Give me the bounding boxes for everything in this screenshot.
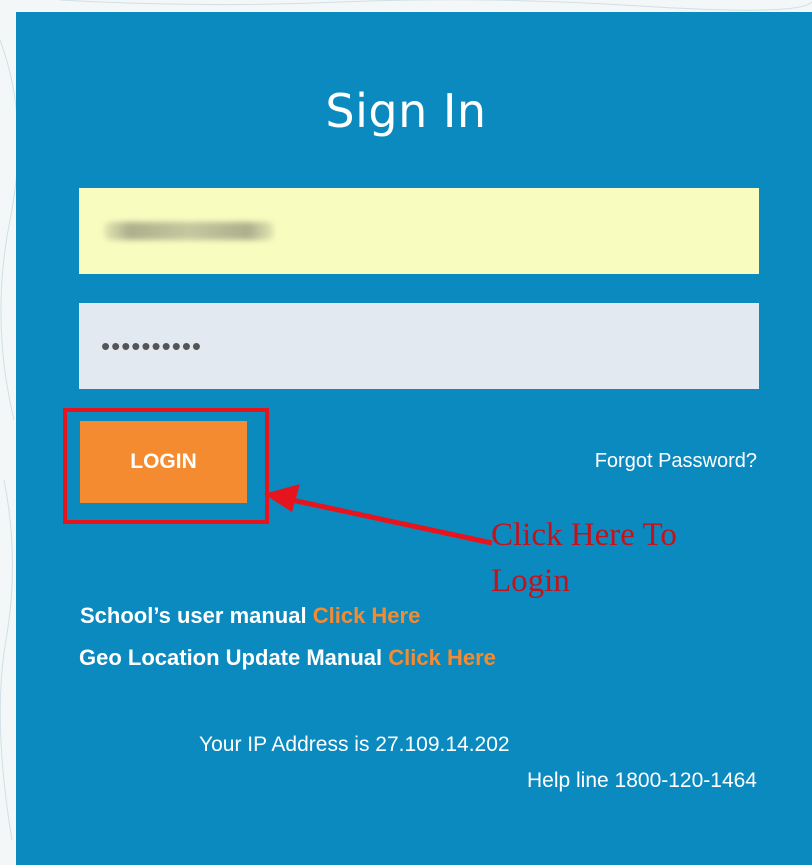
school-manual-line: School’s user manual Click Here	[80, 603, 420, 629]
blurred-username	[104, 222, 274, 240]
school-manual-link[interactable]: Click Here	[313, 603, 421, 628]
sign-in-title: Sign In	[325, 84, 487, 138]
geo-manual-text: Geo Location Update Manual	[79, 645, 383, 670]
helpline-text: Help line 1800-120-1464	[526, 769, 757, 792]
annotation-line-1: Click Here To	[491, 517, 677, 553]
password-input[interactable]	[79, 303, 759, 389]
annotation-line-2: Login	[491, 563, 570, 599]
school-manual-text: School’s user manual	[80, 603, 307, 628]
login-button[interactable]: LOGIN	[80, 421, 247, 503]
geo-manual-link[interactable]: Click Here	[388, 645, 496, 670]
ip-address-text: Your IP Address is 27.109.14.202	[199, 733, 510, 756]
annotation-label: Click Here To Login	[491, 512, 751, 604]
forgot-password-link[interactable]: Forgot Password?	[595, 450, 757, 473]
geo-manual-line: Geo Location Update Manual Click Here	[79, 645, 496, 671]
